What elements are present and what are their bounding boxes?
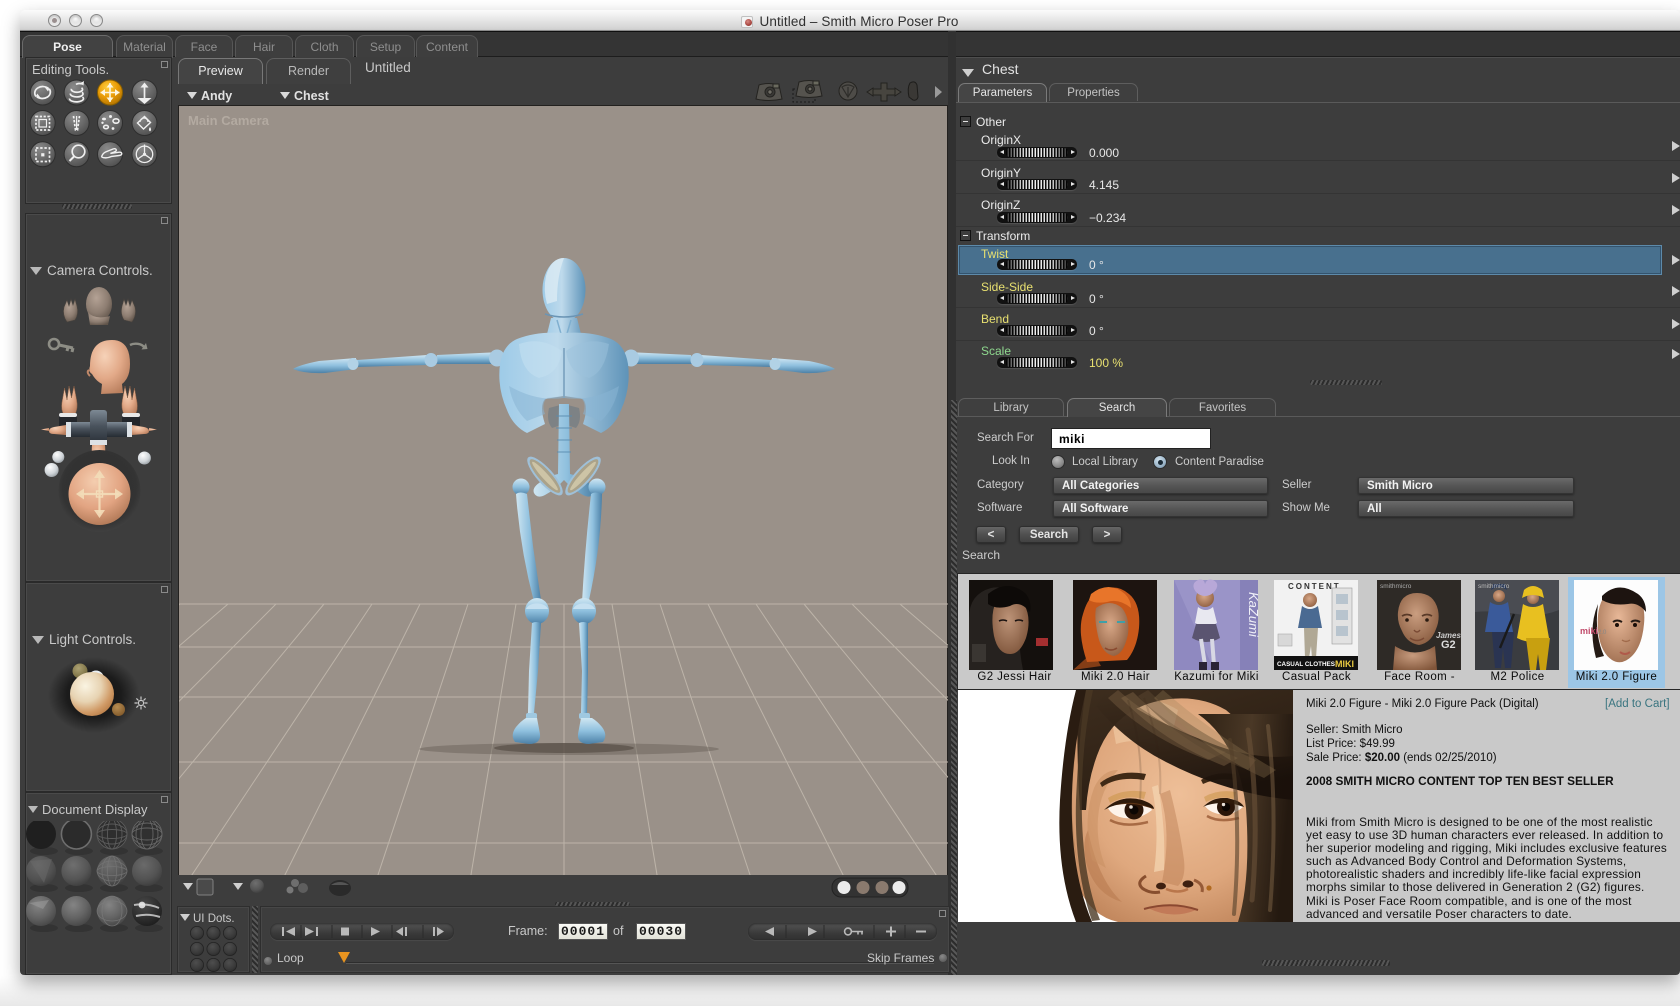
svg-text:KaZumi: KaZumi — [1246, 592, 1261, 638]
svg-text:miki: miki — [1580, 626, 1598, 636]
svg-text:CASUAL CLOTHES: CASUAL CLOTHES — [1277, 661, 1335, 668]
svg-text:2.0: 2.0 — [1598, 630, 1607, 636]
svg-text:smithmicro: smithmicro — [1380, 583, 1412, 590]
svg-text:MIKI: MIKI — [1335, 659, 1354, 669]
svg-text:G2: G2 — [1441, 639, 1456, 651]
svg-text:smithmicro: smithmicro — [1478, 583, 1510, 590]
